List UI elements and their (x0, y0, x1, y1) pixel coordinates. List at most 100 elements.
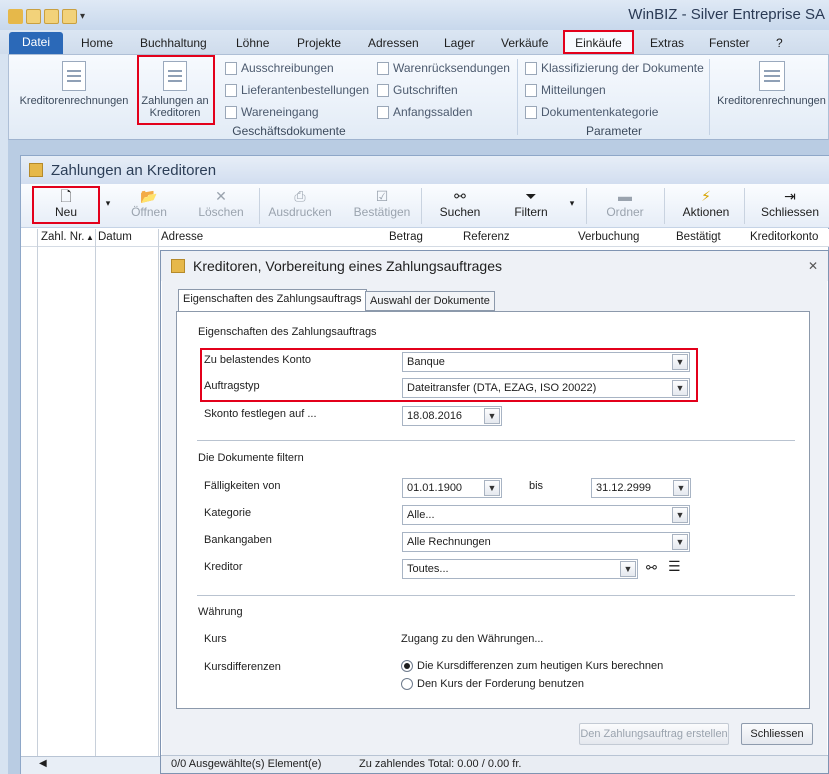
col-verbuchung[interactable]: Verbuchung (578, 231, 639, 243)
bankangaben-label: Bankangaben (204, 534, 272, 546)
chevron-down-icon[interactable]: ▼ (672, 534, 688, 550)
lieferantenbestellungen-button[interactable]: Lieferantenbestellungen (225, 83, 369, 97)
warenruecksendungen-button[interactable]: Warenrücksendungen (377, 61, 510, 75)
konto-select[interactable]: Banque ▼ (402, 352, 690, 372)
grid-line (37, 229, 38, 756)
document-icon (225, 83, 237, 97)
chevron-down-icon[interactable]: ▼ (672, 507, 688, 523)
window-icon (29, 163, 43, 177)
delete-x-icon: ✕ (215, 188, 227, 204)
open-folder-icon[interactable] (44, 8, 59, 24)
aktionen-button[interactable]: ⚡ Aktionen (676, 186, 736, 226)
chevron-down-icon[interactable]: ▼ (484, 408, 500, 424)
dokumentenkategorie-button[interactable]: Dokumentenkategorie (525, 105, 658, 119)
col-betrag[interactable]: Betrag (389, 231, 423, 243)
ausschreibungen-button[interactable]: Ausschreibungen (225, 61, 334, 75)
zahlungsauftrag-erstellen-button[interactable]: Den Zahlungsauftrag erstellen (579, 723, 729, 745)
printer-document-icon (758, 61, 785, 91)
tab-extras[interactable]: Extras (650, 34, 684, 54)
tab-buchhaltung[interactable]: Buchhaltung (140, 34, 207, 54)
radio-unselected-icon (401, 678, 413, 690)
chevron-down-icon[interactable]: ▼ (484, 480, 500, 496)
chevron-down-icon[interactable]: ▼ (620, 561, 636, 577)
tab-loehne[interactable]: Löhne (236, 34, 269, 54)
close-icon[interactable]: ✕ (808, 259, 818, 273)
app-icon[interactable] (8, 8, 23, 24)
ordner-button[interactable]: ▬ Ordner (596, 186, 654, 226)
col-referenz[interactable]: Referenz (463, 231, 510, 243)
mitteilungen-button[interactable]: Mitteilungen (525, 83, 606, 97)
lightning-icon: ⚡ (701, 188, 711, 204)
document-icon (62, 61, 86, 91)
tab-home[interactable]: Home (81, 34, 113, 54)
gutschriften-button[interactable]: Gutschriften (377, 83, 458, 97)
app-title: WinBIZ - Silver Entreprise SA (628, 6, 825, 23)
kreditor-select[interactable]: Toutes... ▼ (402, 559, 638, 579)
tab-projekte[interactable]: Projekte (297, 34, 341, 54)
tab-auswahl-dokumente[interactable]: Auswahl der Dokumente (365, 291, 495, 311)
radio-kurs-forderung[interactable]: Den Kurs der Forderung benutzen (401, 678, 584, 690)
dialog-schliessen-button[interactable]: Schliessen (741, 723, 813, 745)
suchen-button[interactable]: ⚯ Suchen (431, 186, 489, 226)
skonto-date-field[interactable]: 18.08.2016 ▼ (402, 406, 502, 426)
tab-lager[interactable]: Lager (444, 34, 475, 54)
tab-help[interactable]: ? (776, 34, 783, 54)
chevron-down-icon[interactable]: ▼ (672, 380, 688, 396)
col-bestaetigt[interactable]: Bestätigt (676, 231, 721, 243)
qat-dropdown-icon[interactable]: ▾ (80, 11, 85, 22)
document-icon (377, 83, 389, 97)
filtern-button[interactable]: ⏷ Filtern (503, 186, 559, 226)
binoculars-icon[interactable]: ⚯ (646, 560, 657, 576)
kategorie-select[interactable]: Alle... ▼ (402, 505, 690, 525)
scroll-left-icon[interactable]: ◀ (39, 758, 47, 769)
col-kreditorkonto[interactable]: Kreditorkonto (750, 231, 818, 243)
tab-datei[interactable]: Datei (9, 32, 63, 54)
wareneingang-button[interactable]: Wareneingang (225, 105, 319, 119)
tab-eigenschaften[interactable]: Eigenschaften des Zahlungsauftrags (178, 289, 367, 312)
new-folder-icon[interactable] (26, 8, 41, 24)
anfangssalden-button[interactable]: Anfangssalden (377, 105, 472, 119)
auftragstyp-label: Auftragstyp (204, 380, 260, 392)
bankangaben-select[interactable]: Alle Rechnungen ▼ (402, 532, 690, 552)
loeschen-button[interactable]: ✕ Löschen (189, 186, 253, 226)
tab-fenster[interactable]: Fenster (709, 34, 750, 54)
auftragstyp-select[interactable]: Dateitransfer (DTA, EZAG, ISO 20022) ▼ (402, 378, 690, 398)
col-datum[interactable]: Datum (98, 231, 132, 243)
document-icon (377, 61, 389, 75)
chevron-down-icon[interactable]: ▼ (672, 354, 688, 370)
waehrungen-link[interactable]: Zugang zu den Währungen... (401, 633, 543, 645)
toolbar-separator (421, 188, 422, 224)
tab-verkaeufe[interactable]: Verkäufe (501, 34, 548, 54)
window-title-bar: Zahlungen an Kreditoren (21, 156, 829, 184)
kreditorenrechnungen-button[interactable]: Kreditorenrechnungen (15, 61, 133, 107)
open-folder-icon: 📂 (140, 188, 158, 204)
faellig-from-field[interactable]: 01.01.1900 ▼ (402, 478, 502, 498)
window-title: Zahlungen an Kreditoren (51, 162, 217, 179)
col-adresse[interactable]: Adresse (161, 231, 203, 243)
document-icon (225, 105, 237, 119)
title-bar: ▾ WinBIZ - Silver Entreprise SA (0, 0, 829, 30)
horizontal-scrollbar[interactable]: ◀ (21, 756, 161, 774)
folder-icon: ▬ (618, 188, 632, 204)
filtern-dropdown-icon[interactable]: ▾ (565, 198, 579, 214)
ribbon-separator (517, 59, 518, 135)
tab-adressen[interactable]: Adressen (368, 34, 419, 54)
col-zahl-nr[interactable]: Zahl. Nr. (41, 231, 84, 243)
klassifizierung-button[interactable]: Klassifizierung der Dokumente (525, 61, 704, 75)
chevron-down-icon[interactable]: ▼ (673, 480, 689, 496)
tab-einkaeufe[interactable]: Einkäufe (563, 30, 634, 54)
kreditorenrechnungen-report-button[interactable]: Kreditorenrechnungen (713, 61, 829, 107)
faellig-to-field[interactable]: 31.12.2999 ▼ (591, 478, 691, 498)
konto-label: Zu belastendes Konto (204, 354, 312, 366)
schliessen-button[interactable]: ⇥ Schliessen (754, 186, 826, 226)
neu-dropdown-icon[interactable]: ▾ (101, 198, 115, 214)
folder-icon[interactable] (62, 8, 77, 24)
bestaetigen-button[interactable]: ☑ Bestätigen (349, 186, 415, 226)
toolbar-separator (664, 188, 665, 224)
list-icon[interactable]: ☰ (668, 558, 681, 575)
oeffnen-button[interactable]: 📂 Öffnen (119, 186, 179, 226)
section-eigenschaften: Eigenschaften des Zahlungsauftrags (198, 326, 377, 338)
ausdrucken-button[interactable]: ⎙ Ausdrucken (265, 186, 335, 226)
radio-heutiger-kurs[interactable]: Die Kursdifferenzen zum heutigen Kurs be… (401, 660, 663, 672)
toolbar-separator (744, 188, 745, 224)
